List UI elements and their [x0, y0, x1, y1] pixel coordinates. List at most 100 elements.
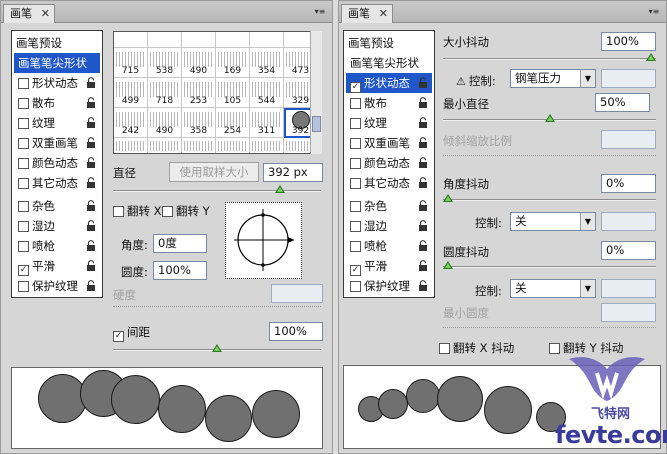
tilt-scale-field[interactable]: [601, 130, 656, 149]
settings-item-6[interactable]: 其它动态: [18, 173, 78, 193]
checkbox-box[interactable]: [350, 82, 361, 93]
brush-tip-cell[interactable]: 490: [148, 108, 182, 138]
checkbox-box[interactable]: [18, 241, 29, 252]
lock-icon[interactable]: [85, 177, 96, 189]
lock-icon[interactable]: [417, 157, 428, 169]
tab-brushes[interactable]: 画笔 ✕: [3, 4, 55, 23]
lock-icon[interactable]: [417, 97, 428, 109]
lock-icon[interactable]: [85, 97, 96, 109]
checkbox-box[interactable]: [350, 241, 361, 252]
lock-icon[interactable]: [417, 240, 428, 252]
lock-icon[interactable]: [85, 137, 96, 149]
checkbox-box[interactable]: [18, 98, 29, 109]
close-icon[interactable]: ✕: [41, 5, 50, 23]
settings-item-5[interactable]: 颜色动态: [18, 153, 78, 173]
slider-thumb[interactable]: [443, 261, 453, 269]
brush-tip-cell[interactable]: 253: [182, 78, 216, 108]
angle-jitter-field[interactable]: 0%: [601, 174, 656, 193]
lock-icon[interactable]: [417, 280, 428, 292]
control-3-select[interactable]: 关 ▼: [510, 279, 596, 298]
checkbox-box[interactable]: [350, 178, 361, 189]
angle-field[interactable]: 0度: [153, 234, 207, 253]
settings-item-4[interactable]: 双重画笔: [350, 133, 410, 153]
control-1-select[interactable]: 钢笔压力 ▼: [510, 69, 596, 88]
roundness-jitter-slider[interactable]: [443, 261, 656, 269]
checkbox-box[interactable]: [18, 265, 29, 276]
slider-thumb[interactable]: [646, 53, 656, 61]
grid-scrollbar[interactable]: [310, 31, 322, 154]
brush-tip-cell[interactable]: 105: [216, 78, 250, 108]
chevron-down-icon[interactable]: ▼: [580, 213, 595, 230]
roundness-jitter-field[interactable]: 0%: [601, 241, 656, 260]
brush-tip-cell[interactable]: [114, 138, 148, 153]
control-2-select[interactable]: 关 ▼: [510, 212, 596, 231]
size-jitter-slider[interactable]: [443, 53, 656, 61]
control-3-field[interactable]: [601, 279, 656, 298]
lock-icon[interactable]: [417, 260, 428, 272]
settings-item-8[interactable]: 湿边: [18, 216, 55, 236]
settings-item-0[interactable]: 画笔笔尖形状: [350, 53, 419, 73]
brush-tip-cell[interactable]: 298: [250, 32, 284, 48]
settings-item-7[interactable]: 杂色: [18, 196, 55, 216]
angle-jitter-slider[interactable]: [443, 194, 656, 202]
lock-icon[interactable]: [85, 240, 96, 252]
settings-item-11[interactable]: 保护纹理: [18, 276, 78, 296]
settings-item-4[interactable]: 双重画笔: [18, 133, 78, 153]
brush-presets-item[interactable]: 画笔预设: [348, 33, 394, 53]
checkbox-box[interactable]: [18, 221, 29, 232]
min-diameter-slider[interactable]: [443, 114, 656, 122]
spacing-slider[interactable]: [113, 344, 321, 352]
tab-brushes[interactable]: 画笔 ✕: [341, 4, 393, 23]
brush-tip-cell[interactable]: 724: [114, 32, 148, 48]
diameter-field[interactable]: 392 px: [263, 163, 323, 182]
settings-item-9[interactable]: 喷枪: [18, 236, 55, 256]
lock-icon[interactable]: [85, 157, 96, 169]
settings-item-5[interactable]: 颜色动态: [350, 153, 410, 173]
checkbox-box[interactable]: [162, 206, 173, 217]
checkbox-box[interactable]: [350, 98, 361, 109]
spacing-field[interactable]: 100%: [269, 322, 323, 341]
checkbox-box[interactable]: [439, 343, 450, 354]
slider-thumb[interactable]: [544, 114, 555, 122]
checkbox-box[interactable]: [350, 118, 361, 129]
settings-item-2[interactable]: 散布: [18, 93, 55, 113]
lock-icon[interactable]: [417, 200, 428, 212]
brush-tip-cell[interactable]: [216, 138, 250, 153]
brush-tip-cell[interactable]: 358: [182, 108, 216, 138]
settings-item-1[interactable]: 形状动态: [18, 73, 78, 93]
flip-y-checkbox[interactable]: 翻转 Y: [162, 203, 210, 219]
settings-item-9[interactable]: 喷枪: [350, 236, 387, 256]
flip-x-jitter-checkbox[interactable]: 翻转 X 抖动: [439, 340, 514, 356]
brush-tip-cell[interactable]: 354: [250, 48, 284, 78]
spacing-checkbox[interactable]: 间距: [113, 324, 150, 342]
lock-icon[interactable]: [85, 200, 96, 212]
brush-tip-cell[interactable]: 169: [216, 48, 250, 78]
brush-tip-cell[interactable]: 254: [216, 108, 250, 138]
checkbox-box[interactable]: [18, 138, 29, 149]
checkbox-box[interactable]: [18, 78, 29, 89]
min-roundness-slider[interactable]: [443, 327, 656, 328]
settings-item-10[interactable]: 平滑: [18, 256, 55, 276]
hardness-slider[interactable]: [113, 306, 321, 307]
brush-tip-cell[interactable]: 538: [148, 48, 182, 78]
slider-thumb[interactable]: [443, 194, 453, 202]
checkbox-box[interactable]: [350, 221, 361, 232]
tilt-scale-slider[interactable]: [443, 155, 656, 156]
lock-icon[interactable]: [417, 117, 428, 129]
brush-tip-grid[interactable]: 7242313036112982697155384901693544734997…: [113, 31, 322, 154]
hardness-field[interactable]: [271, 284, 323, 303]
lock-icon[interactable]: [85, 77, 96, 89]
settings-item-6[interactable]: 其它动态: [350, 173, 410, 193]
control-2-field[interactable]: [601, 212, 656, 231]
checkbox-box[interactable]: [350, 281, 361, 292]
brush-tip-cell[interactable]: 611: [216, 32, 250, 48]
flip-x-checkbox[interactable]: 翻转 X: [113, 203, 162, 219]
slider-thumb[interactable]: [212, 344, 222, 352]
checkbox-box[interactable]: [18, 281, 29, 292]
brush-tip-cell[interactable]: 718: [148, 78, 182, 108]
brush-tip-cell[interactable]: 544: [250, 78, 284, 108]
brush-tip-cell[interactable]: 490: [182, 48, 216, 78]
min-diameter-field[interactable]: 50%: [595, 93, 650, 112]
settings-item-3[interactable]: 纹理: [18, 113, 55, 133]
checkbox-box[interactable]: [18, 201, 29, 212]
